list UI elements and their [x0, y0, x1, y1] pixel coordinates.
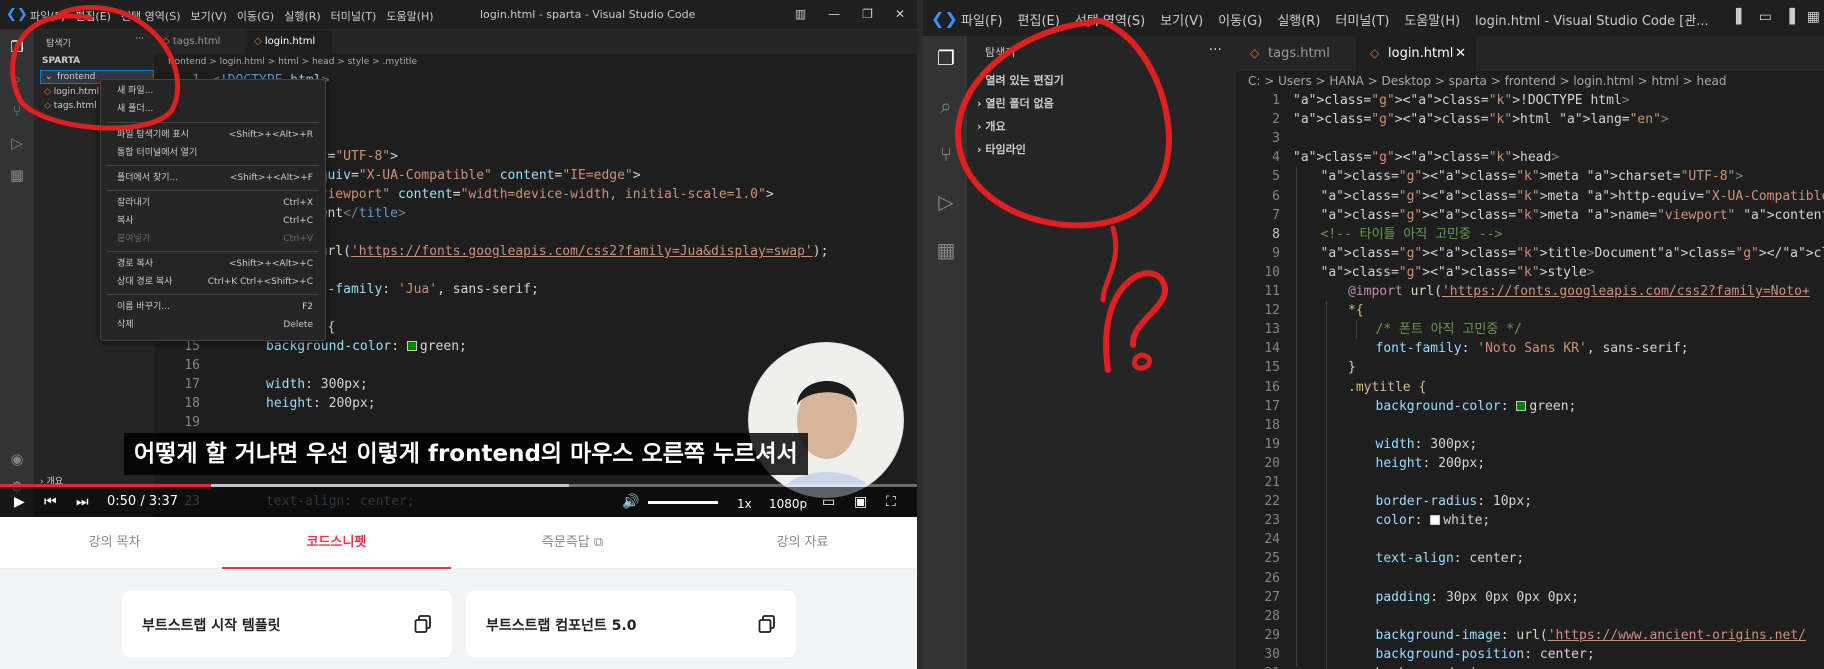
tab-course-outline[interactable]: 강의 목차 [0, 517, 229, 569]
pip-icon[interactable]: ▣ [854, 493, 867, 511]
tab-course-materials[interactable]: 강의 자료 [688, 517, 917, 569]
play-icon[interactable]: ▶ [14, 493, 25, 511]
tab-code-snippets[interactable]: 코드스니펫 [222, 517, 451, 569]
copy-icon[interactable] [414, 615, 432, 633]
prev-icon[interactable]: ⏮ [44, 493, 57, 511]
snippet-title: 부트스트랩 컴포넌트 5.0 [486, 618, 637, 634]
external-link-icon: ⧉ [593, 535, 604, 550]
red-annotation-right [955, 17, 1172, 373]
vscode-window: ❮❯ 파일(F) 편집(E) 선택 영역(S) 보기(V) 이동(G) 실행(R… [923, 0, 1824, 669]
time-display: 0:50 / 3:37 [107, 494, 178, 509]
volume-slider[interactable] [648, 501, 718, 504]
duration: 3:37 [148, 494, 179, 509]
time-separator: / [140, 494, 145, 509]
volume-icon[interactable]: 🔊 [622, 493, 639, 511]
speed-button[interactable]: 1x [737, 495, 752, 513]
next-icon[interactable]: ⏭ [76, 493, 89, 511]
video-player[interactable]: ❮❯ 파일(F) 편집(E) 선택 영역(S) 보기(V) 이동(G) 실행(R… [0, 0, 917, 517]
video-controls: ▶ ⏮ ⏭ 0:50 / 3:37 🔊 1x 1080p ▭ ▣ ⛶ [0, 487, 917, 517]
fullscreen-icon[interactable]: ⛶ [886, 493, 896, 511]
tab-label: 즉문즉답 [541, 535, 590, 550]
lecture-panel: ❮❯ 파일(F) 편집(E) 선택 영역(S) 보기(V) 이동(G) 실행(R… [0, 0, 917, 669]
subtitles-icon[interactable]: ▭ [822, 493, 835, 511]
snippet-card[interactable]: 부트스트랩 시작 템플릿 [122, 591, 452, 657]
tab-qna[interactable]: 즉문즉답 ⧉ [458, 517, 687, 569]
copy-icon[interactable] [758, 615, 776, 633]
video-subtitle: 어떻게 할 거냐면 우선 이렇게 frontend의 마우스 오른쪽 누르셔서 [124, 433, 808, 475]
snippet-list: 부트스트랩 시작 템플릿 부트스트랩 컴포넌트 5.0 [0, 569, 917, 669]
course-tabs: 강의 목차 코드스니펫 즉문즉답 ⧉ 강의 자료 [0, 517, 917, 569]
quality-button[interactable]: 1080p [769, 495, 807, 513]
snippet-title: 부트스트랩 시작 템플릿 [142, 618, 281, 634]
current-time: 0:50 [107, 494, 137, 509]
snippet-card[interactable]: 부트스트랩 컴포넌트 5.0 [466, 591, 796, 657]
